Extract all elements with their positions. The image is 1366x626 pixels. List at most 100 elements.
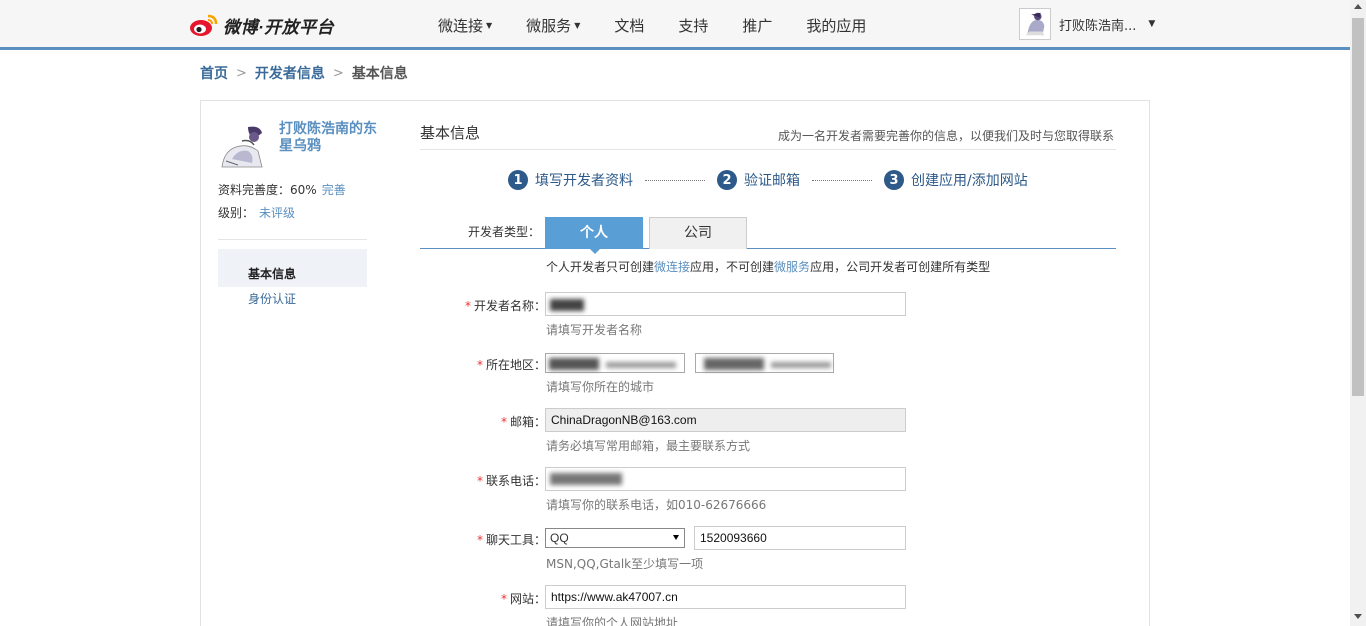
avatar-image bbox=[1020, 9, 1050, 39]
hint-link-weilianjie[interactable]: 微连接 bbox=[654, 260, 690, 274]
label-text: 网站： bbox=[509, 592, 546, 606]
main-nav: 微连接 ▼ 微服务 ▼ 文档 支持 推广 我的应用 bbox=[438, 0, 900, 50]
step-number: 1 bbox=[508, 170, 528, 190]
step-1: 1 填写开发者资料 bbox=[508, 170, 633, 190]
completeness-value: 60% bbox=[290, 183, 317, 197]
breadcrumb: 首页 > 开发者信息 > 基本信息 bbox=[200, 63, 408, 83]
phone-label: * 联系电话： bbox=[431, 472, 546, 489]
developer-type-hint: 个人开发者只可创建微连接应用，不可创建微服务应用，公司开发者可创建所有类型 bbox=[546, 258, 990, 275]
profile-avatar[interactable] bbox=[218, 121, 270, 169]
avatar[interactable] bbox=[1019, 8, 1051, 40]
chat-tool-label: * 聊天工具： bbox=[431, 531, 546, 548]
website-hint: 请填写你的个人网站地址 bbox=[546, 616, 679, 626]
label-text: 开发者名称： bbox=[473, 299, 546, 313]
province-select[interactable] bbox=[545, 353, 685, 373]
level-link[interactable]: 未评级 bbox=[259, 206, 295, 220]
step-connector bbox=[645, 179, 705, 181]
developer-type-row: 开发者类型： 个人 公司 bbox=[420, 216, 1116, 254]
hint-text: 个人开发者只可创建 bbox=[546, 260, 655, 274]
required-mark: * bbox=[500, 592, 507, 606]
scrollbar[interactable] bbox=[1350, 0, 1366, 626]
nav-label: 我的应用 bbox=[806, 16, 867, 35]
developer-name-input[interactable] bbox=[545, 292, 906, 316]
nav-label: 支持 bbox=[678, 16, 709, 35]
caret-down-icon: ▼ bbox=[574, 20, 581, 30]
developer-name-label: * 开发者名称： bbox=[431, 297, 546, 314]
caret-down-icon[interactable]: ▼ bbox=[1148, 19, 1155, 29]
chevron-right-icon: > bbox=[236, 65, 247, 81]
website-input[interactable]: https://www.ak47007.cn bbox=[545, 585, 906, 609]
user-name: 打败陈浩南... bbox=[1059, 18, 1137, 34]
scroll-up-icon[interactable] bbox=[1354, 4, 1362, 9]
step-2: 2 验证邮箱 bbox=[717, 170, 800, 190]
side-menu: 基本信息 身份认证 bbox=[218, 249, 367, 312]
redacted-text bbox=[550, 299, 584, 311]
scroll-thumb[interactable] bbox=[1352, 18, 1364, 396]
required-mark: * bbox=[476, 474, 483, 488]
top-navbar: 微博·开放平台 微连接 ▼ 微服务 ▼ 文档 支持 推广 我的应用 打败陈浩南.… bbox=[0, 0, 1350, 50]
redacted-text bbox=[549, 358, 599, 370]
tab-company[interactable]: 公司 bbox=[649, 217, 747, 249]
nav-weifuwu[interactable]: 微服务 ▼ bbox=[526, 15, 580, 36]
weibo-logo[interactable]: 微博·开放平台 bbox=[189, 11, 334, 39]
nav-label: 推广 bbox=[742, 16, 773, 35]
nav-label: 微服务 bbox=[526, 16, 572, 35]
region-label: * 所在地区： bbox=[431, 356, 546, 373]
step-3: 3 创建应用/添加网站 bbox=[884, 170, 1028, 190]
required-mark: * bbox=[464, 299, 471, 313]
step-connector bbox=[812, 179, 872, 181]
website-label: * 网站： bbox=[431, 590, 546, 607]
email-field: ChinaDragonNB@163.com bbox=[545, 408, 906, 432]
chat-tool-hint: MSN,QQ,Gtalk至少填写一项 bbox=[546, 557, 704, 571]
steps: 1 填写开发者资料 2 验证邮箱 3 创建应用/添加网站 bbox=[508, 170, 1028, 190]
required-mark: * bbox=[500, 415, 507, 429]
active-tab-pointer bbox=[590, 249, 600, 254]
crumb-basic-info: 基本信息 bbox=[351, 66, 408, 82]
step-label: 创建应用/添加网站 bbox=[911, 173, 1028, 189]
level-label: 级别： bbox=[218, 206, 255, 220]
selected-value: QQ bbox=[550, 531, 569, 545]
required-mark: * bbox=[476, 533, 483, 547]
nav-support[interactable]: 支持 bbox=[678, 15, 708, 36]
nav-weilianjie[interactable]: 微连接 ▼ bbox=[438, 15, 492, 36]
hint-link-weifuwu[interactable]: 微服务 bbox=[774, 260, 810, 274]
phone-hint: 请填写你的联系电话，如010-62676666 bbox=[546, 498, 767, 512]
crumb-developer-info[interactable]: 开发者信息 bbox=[255, 63, 325, 83]
step-number: 3 bbox=[884, 170, 904, 190]
side-item-basic-info[interactable]: 基本信息 bbox=[218, 249, 367, 287]
chat-tool-select[interactable]: QQ bbox=[545, 528, 685, 548]
profile-meta: 资料完善度：60% 完善 级别： 未评级 bbox=[218, 179, 346, 225]
profile-name[interactable]: 打败陈浩南的东星乌鸦 bbox=[279, 121, 379, 155]
chat-account-input[interactable]: 1520093660 bbox=[694, 526, 906, 550]
hint-text: 应用，不可创建 bbox=[690, 260, 775, 274]
redacted-text bbox=[771, 362, 831, 368]
city-select[interactable] bbox=[695, 353, 834, 373]
step-number: 2 bbox=[717, 170, 737, 190]
user-menu[interactable]: 打败陈浩南... ▼ bbox=[1019, 8, 1155, 40]
label-text: 所在地区： bbox=[485, 358, 546, 372]
required-mark: * bbox=[476, 358, 483, 372]
phone-field[interactable] bbox=[545, 467, 906, 491]
nav-promote[interactable]: 推广 bbox=[742, 15, 772, 36]
nav-my-apps[interactable]: 我的应用 bbox=[806, 15, 866, 36]
side-item-identity[interactable]: 身份认证 bbox=[218, 287, 367, 312]
tab-personal[interactable]: 个人 bbox=[545, 217, 643, 249]
region-hint: 请填写你所在的城市 bbox=[546, 380, 655, 394]
hint-text: 应用，公司开发者可创建所有类型 bbox=[810, 260, 991, 274]
step-label: 验证邮箱 bbox=[744, 173, 800, 189]
email-hint: 请务必填写常用邮箱，最主要联系方式 bbox=[546, 439, 751, 453]
redacted-text bbox=[606, 362, 676, 368]
caret-down-icon: ▼ bbox=[486, 20, 493, 30]
crumb-home[interactable]: 首页 bbox=[200, 63, 228, 83]
divider bbox=[420, 149, 1116, 150]
scroll-down-icon[interactable] bbox=[1354, 614, 1362, 619]
nav-docs[interactable]: 文档 bbox=[614, 15, 644, 36]
weibo-eye-icon bbox=[190, 14, 218, 36]
label-text: 邮箱： bbox=[509, 415, 546, 429]
logo-text: 微博·开放平台 bbox=[223, 17, 335, 37]
developer-type-label: 开发者类型： bbox=[468, 225, 541, 239]
redacted-text bbox=[550, 473, 622, 485]
developer-name-hint: 请填写开发者名称 bbox=[546, 323, 643, 337]
label-text: 聊天工具： bbox=[485, 533, 546, 547]
complete-profile-link[interactable]: 完善 bbox=[322, 183, 346, 197]
